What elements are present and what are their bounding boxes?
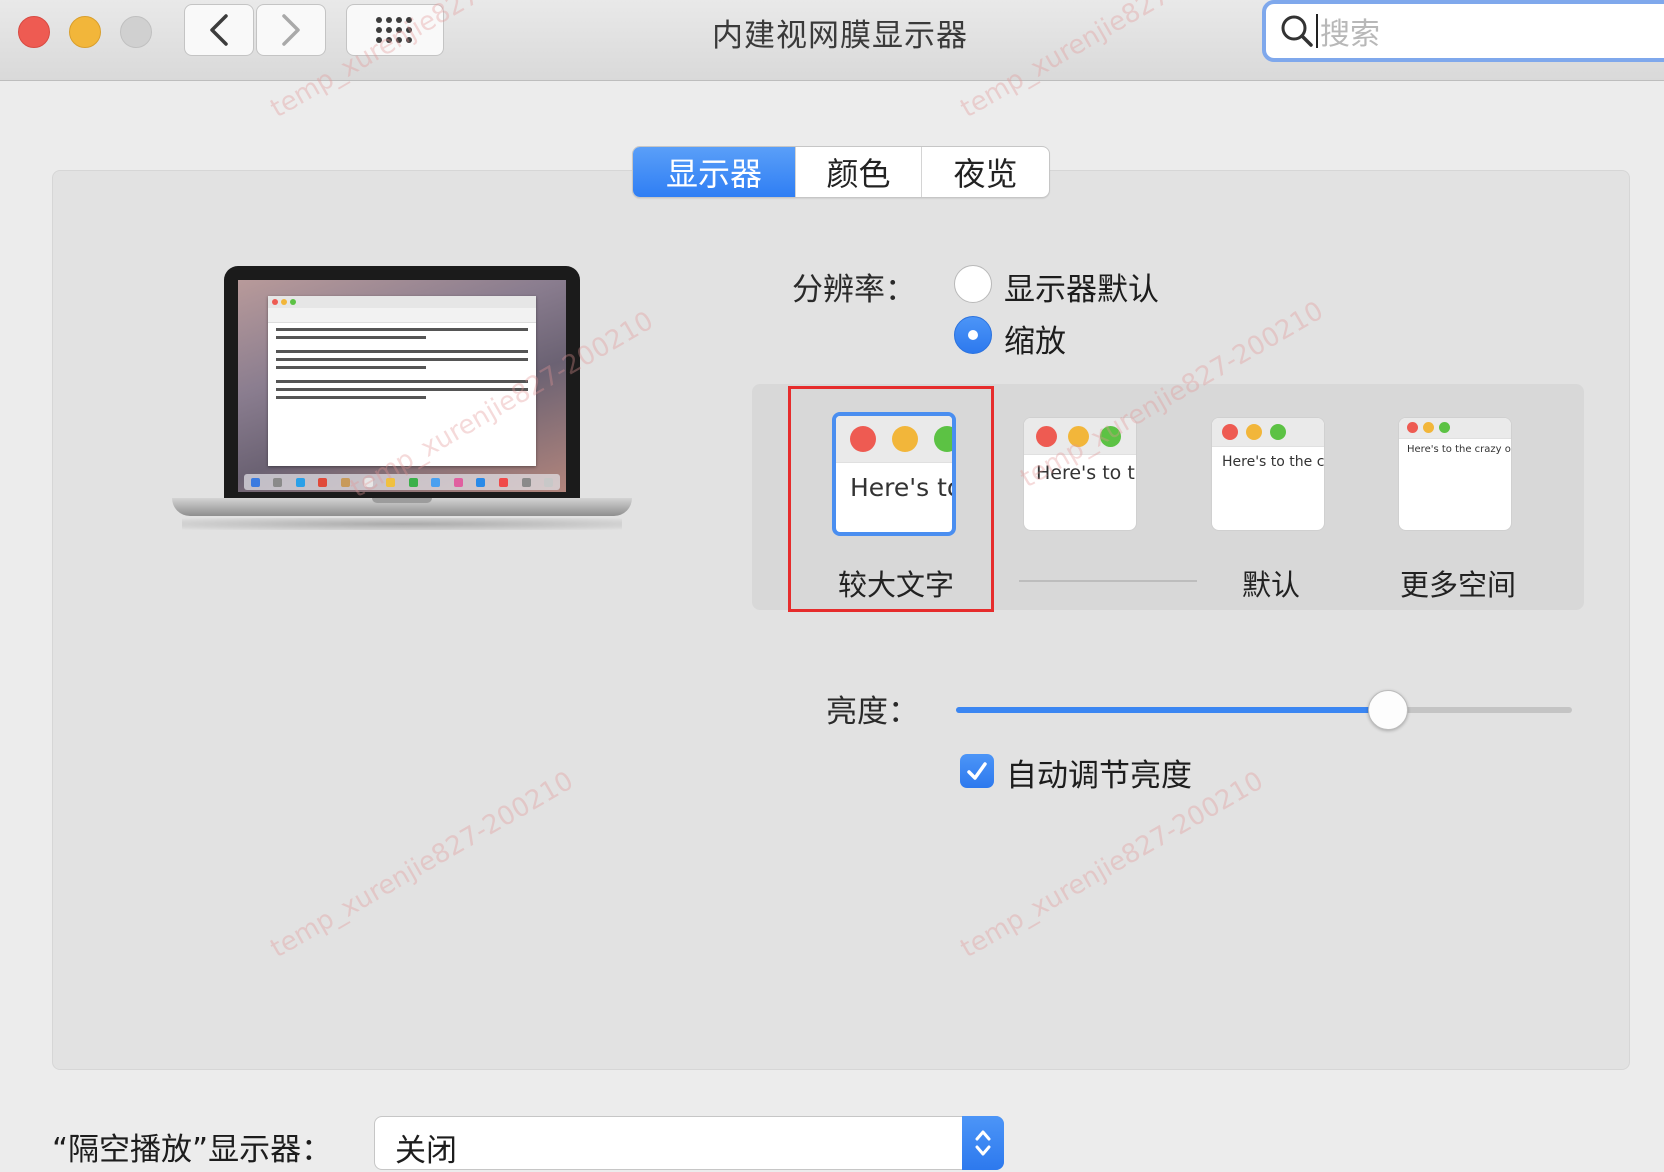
search-placeholder: 搜索	[1320, 17, 1380, 52]
brightness-label: 亮度：	[826, 694, 919, 730]
mini-document-window	[268, 296, 536, 466]
tab-display[interactable]: 显示器	[633, 147, 795, 197]
preview-text: Here's to the crazy ones. The troublemak…	[1407, 444, 1511, 455]
text-caret	[1316, 14, 1318, 48]
auto-brightness-checkbox[interactable]	[960, 754, 994, 788]
checkmark-icon	[967, 762, 987, 780]
auto-brightness-label[interactable]: 自动调节亮度	[1006, 750, 1192, 795]
radio-scaled-label[interactable]: 缩放	[1004, 316, 1066, 361]
updown-chevron-icon	[962, 1116, 1004, 1170]
preview-titlebar	[1399, 418, 1511, 439]
scale-option-default-label: 默认	[1242, 568, 1301, 602]
mini-toolbar	[268, 308, 536, 323]
red-highlight-box	[788, 386, 994, 612]
preview-text: Here's to the crazy ones. The troublemak…	[1222, 454, 1325, 470]
brightness-slider[interactable]	[956, 707, 1572, 713]
chevron-right-icon	[282, 14, 300, 46]
scale-option-default[interactable]: Here's to the crazy ones. The troublemak…	[1211, 417, 1325, 531]
search-icon	[1281, 15, 1313, 47]
close-window-button[interactable]	[18, 16, 50, 48]
brightness-slider-fill	[956, 707, 1388, 713]
tab-night-shift[interactable]: 夜览	[921, 147, 1049, 197]
preview-titlebar	[1212, 418, 1324, 447]
laptop-notch	[372, 498, 432, 503]
airplay-display-label: “隔空播放”显示器：	[52, 1132, 333, 1168]
mini-window-titlebar	[268, 296, 536, 308]
back-button[interactable]	[184, 4, 254, 56]
title-bar: 内建视网膜显示器 搜索	[0, 0, 1664, 81]
radio-display-default-label[interactable]: 显示器默认	[1004, 264, 1159, 309]
tab-color[interactable]: 颜色	[795, 147, 921, 197]
scale-option-more-space[interactable]: Here's to the crazy ones. The troublemak…	[1398, 417, 1512, 531]
laptop-shadow	[182, 518, 622, 530]
radio-display-default[interactable]	[954, 265, 992, 303]
scale-option-more-space-label: 更多空间	[1400, 568, 1517, 602]
brightness-slider-knob[interactable]	[1368, 690, 1409, 730]
laptop-illustration	[172, 262, 632, 542]
zoom-window-button[interactable]	[120, 16, 152, 48]
resolution-label: 分辨率：	[792, 272, 916, 308]
airplay-display-value: 关闭	[395, 1133, 457, 1169]
tab-bar: 显示器 颜色 夜览	[632, 146, 1050, 198]
window-title: 内建视网膜显示器	[712, 18, 968, 54]
radio-scaled[interactable]	[954, 316, 992, 354]
chevron-left-icon	[210, 14, 228, 46]
minimize-window-button[interactable]	[69, 16, 101, 48]
scale-label-divider	[1019, 580, 1197, 582]
search-input[interactable]: 搜索	[1262, 0, 1664, 62]
airplay-display-select[interactable]: 关闭	[374, 1116, 1004, 1170]
forward-button[interactable]	[256, 4, 326, 56]
